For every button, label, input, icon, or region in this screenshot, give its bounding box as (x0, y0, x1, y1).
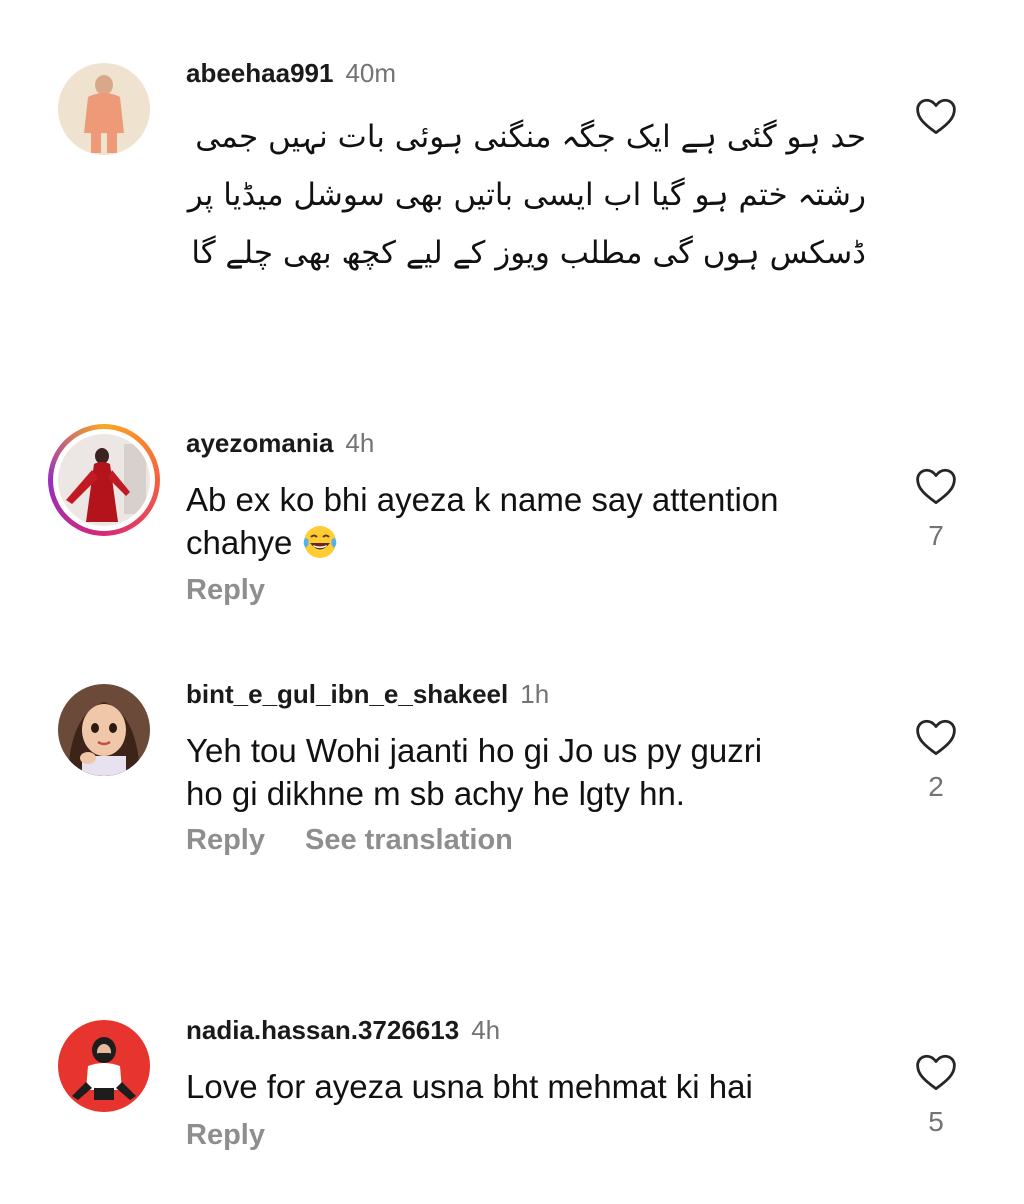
timestamp: 40m (345, 58, 397, 88)
avatar[interactable] (58, 1020, 150, 1112)
username[interactable]: abeehaa991 (186, 58, 333, 88)
comment-line: حد ہو گئی ہے ایک جگہ منگنی ہوئی بات نہیں… (195, 119, 866, 155)
like-count: 5 (928, 1106, 944, 1137)
comment-meta: abeehaa991 40m (186, 58, 396, 88)
comment-line: Ab ex ko bhi ayeza k name say attention (186, 481, 779, 518)
comment-meta: ayezomania 4h (186, 428, 374, 458)
like-button[interactable]: 5 (914, 1052, 958, 1138)
avatar[interactable] (58, 63, 150, 155)
username[interactable]: ayezomania (186, 428, 333, 458)
comment-meta: nadia.hassan.3726613 4h (186, 1015, 500, 1045)
comment-text: Yeh tou Wohi jaanti ho gi Jo us py guzri… (186, 729, 866, 815)
comment-line: chahye (186, 521, 866, 564)
avatar[interactable] (58, 684, 150, 776)
comment-text: Love for ayeza usna bht mehmat ki hai (186, 1065, 866, 1108)
comment-line: Yeh tou Wohi jaanti ho gi Jo us py guzri (186, 732, 763, 769)
comment-line: ho gi dikhne m sb achy he lgty hn. (186, 775, 685, 812)
username[interactable]: nadia.hassan.3726613 (186, 1015, 459, 1045)
heart-outline-icon (916, 719, 956, 756)
heart-outline-icon (916, 468, 956, 505)
laughing-tears-emoji-icon (302, 524, 338, 560)
timestamp: 1h (520, 679, 550, 709)
see-translation-button[interactable]: See translation (305, 824, 513, 856)
comment-text: حد ہو گئی ہے ایک جگہ منگنی ہوئی بات نہیں… (186, 108, 866, 282)
comment-meta: bint_e_gul_ibn_e_shakeel 1h (186, 679, 549, 709)
like-count: 2 (928, 771, 944, 802)
like-button[interactable]: 7 (914, 466, 958, 552)
reply-button[interactable]: Reply (186, 824, 265, 856)
comment-actions: Reply (186, 1119, 265, 1152)
comment-text: Ab ex ko bhi ayeza k name say attention … (186, 478, 866, 564)
reply-button[interactable]: Reply (186, 1119, 265, 1151)
reply-button[interactable]: Reply (186, 574, 265, 606)
like-count: 7 (928, 520, 944, 551)
story-ring[interactable] (48, 424, 160, 536)
comment-actions: Reply (186, 574, 265, 607)
like-button[interactable]: 2 (914, 717, 958, 803)
comment-line: رشتہ ختم ہو گیا اب ایسی باتیں بھی سوشل م… (187, 177, 866, 213)
timestamp: 4h (345, 428, 375, 458)
like-button[interactable] (914, 96, 958, 136)
comment-line: Love for ayeza usna bht mehmat ki hai (186, 1068, 753, 1105)
timestamp: 4h (471, 1015, 501, 1045)
avatar[interactable] (58, 434, 150, 526)
heart-outline-icon (916, 98, 956, 135)
username[interactable]: bint_e_gul_ibn_e_shakeel (186, 679, 508, 709)
comment-actions: Reply See translation (186, 824, 513, 857)
comment-line: ڈسکس ہوں گی مطلب ویوز کے لیے کچھ بھی چلے… (191, 235, 866, 271)
heart-outline-icon (916, 1054, 956, 1091)
